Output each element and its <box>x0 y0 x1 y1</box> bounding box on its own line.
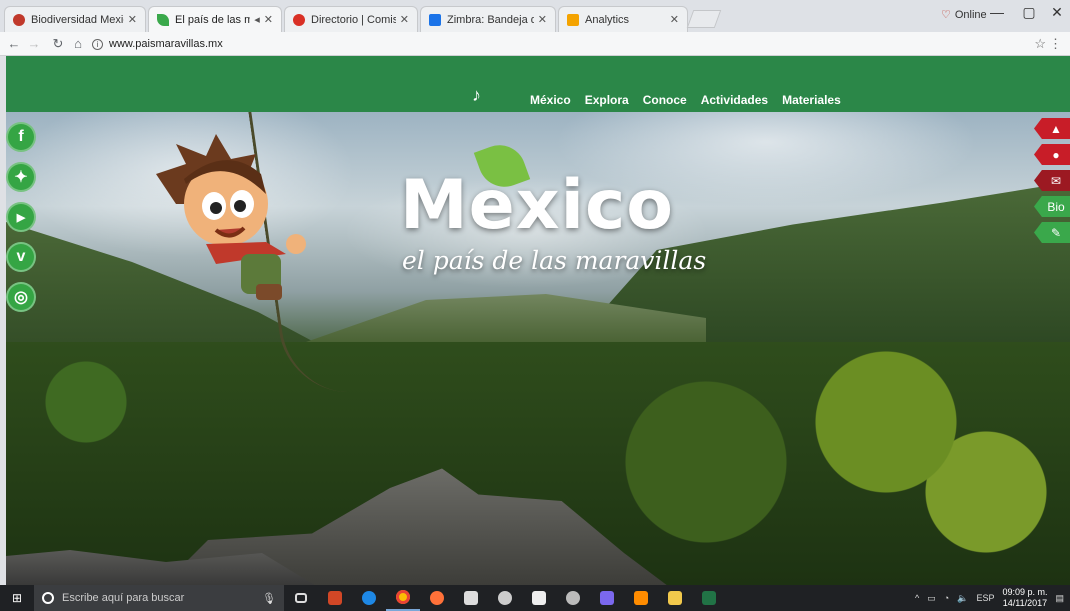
mascot-character[interactable] <box>146 134 326 304</box>
youtube-icon[interactable]: ▶ <box>6 202 36 232</box>
task-view-icon[interactable] <box>284 585 318 611</box>
network-icon[interactable]: ◔ <box>944 593 949 603</box>
profile-icon: ♡ <box>941 9 951 21</box>
clock[interactable]: 09:09 p. m. 14/11/2017 <box>1002 587 1047 609</box>
app-icon-3[interactable] <box>556 585 590 611</box>
url-field[interactable]: i www.paismaravillas.mx <box>92 38 223 50</box>
info-icon[interactable]: i <box>92 38 103 50</box>
excel-icon[interactable] <box>692 585 726 611</box>
mail-icon[interactable] <box>522 585 556 611</box>
close-icon[interactable]: ✕ <box>670 13 679 26</box>
tab-zimbra[interactable]: Zimbra: Bandeja de entr ✕ <box>420 6 556 32</box>
nav-explora[interactable]: Explora <box>585 93 629 107</box>
vimeo-icon[interactable]: v <box>6 242 36 272</box>
nav-conoce[interactable]: Conoce <box>643 93 687 107</box>
site-header: ♪ México Explora Conoce Actividades Mate… <box>6 56 1070 112</box>
battery-icon[interactable]: ▭ <box>927 593 936 604</box>
leaf-favicon <box>157 13 169 26</box>
pencil-icon[interactable]: ✎ <box>1034 222 1070 243</box>
red-circle-favicon <box>293 13 305 26</box>
maximize-icon[interactable]: ▢ <box>1014 4 1044 21</box>
audio-icon[interactable]: ◂ <box>254 13 260 26</box>
graduation-cap-icon[interactable]: ▲ <box>1034 118 1070 139</box>
edge-icon[interactable] <box>352 585 386 611</box>
nav-materiales[interactable]: Materiales <box>782 93 841 107</box>
tab-analytics[interactable]: Analytics ✕ <box>558 6 688 32</box>
chevron-up-icon[interactable]: ^ <box>915 593 919 603</box>
chrome-icon[interactable] <box>386 585 420 611</box>
app-icon-1[interactable] <box>318 585 352 611</box>
windows-start-icon[interactable]: ⊞ <box>0 585 34 611</box>
back-icon[interactable]: ← <box>6 36 22 51</box>
file-explorer-icon[interactable] <box>658 585 692 611</box>
biodiversidad-favicon <box>13 13 25 26</box>
hero-title: Mexico <box>400 166 674 245</box>
bio-button[interactable]: Bio <box>1034 196 1070 217</box>
close-icon[interactable]: ✕ <box>400 13 409 26</box>
side-actions: ▲ ● ✉ Bio ✎ <box>1034 118 1070 243</box>
home-icon[interactable]: ⌂ <box>70 36 86 51</box>
nav-mexico[interactable]: México <box>530 93 571 107</box>
new-tab-button[interactable] <box>686 10 722 28</box>
notifications-icon[interactable]: ▤ <box>1055 593 1064 604</box>
app-icon-5[interactable] <box>624 585 658 611</box>
twitter-icon[interactable]: ✦ <box>6 162 36 192</box>
main-nav: México Explora Conoce Actividades Materi… <box>530 93 841 107</box>
globe-icon[interactable]: ● <box>1034 144 1070 165</box>
facebook-icon[interactable]: f <box>6 122 36 152</box>
close-icon[interactable]: ✕ <box>128 13 137 26</box>
tab-pais-maravillas[interactable]: El país de las maravill ◂ ✕ <box>148 6 282 32</box>
forward-icon[interactable]: → <box>26 36 42 51</box>
menu-icon[interactable]: ⋮ <box>1049 36 1062 52</box>
system-tray: ^ ▭ ◔ 🔈 ESP 09:09 p. m. 14/11/2017 ▤ <box>915 585 1070 611</box>
analytics-favicon <box>567 13 579 26</box>
website-viewport: ♪ México Explora Conoce Actividades Mate… <box>6 56 1070 585</box>
taskbar-search[interactable]: Escribe aquí para buscar 🎙 <box>34 585 284 611</box>
nav-actividades[interactable]: Actividades <box>701 93 768 107</box>
language-indicator[interactable]: ESP <box>976 593 994 603</box>
tab-biodiversidad[interactable]: Biodiversidad Mexicana ✕ <box>4 6 146 32</box>
instagram-icon[interactable]: ◎ <box>6 282 36 312</box>
social-links: f ✦ ▶ v ◎ <box>6 122 36 312</box>
bookmark-star-icon[interactable]: ☆ <box>1034 36 1046 52</box>
firefox-icon[interactable] <box>420 585 454 611</box>
zimbra-favicon <box>429 13 441 26</box>
envelope-icon[interactable]: ✉ <box>1034 170 1070 191</box>
profile-button[interactable]: ♡ Online <box>941 8 987 22</box>
tab-directorio[interactable]: Directorio | Comisión N ✕ <box>284 6 418 32</box>
window-close-icon[interactable]: ✕ <box>1042 4 1070 21</box>
hero-subtitle: el país de las maravillas <box>402 246 707 275</box>
close-icon[interactable]: ✕ <box>264 13 273 26</box>
photos-icon[interactable] <box>454 585 488 611</box>
browser-tab-bar: Biodiversidad Mexicana ✕ El país de las … <box>0 0 1070 32</box>
windows-taskbar: ⊞ Escribe aquí para buscar 🎙 ^ ▭ ◔ 🔈 ESP… <box>0 585 1070 611</box>
microphone-icon[interactable]: 🎙 <box>262 592 276 605</box>
minimize-icon[interactable]: — <box>982 4 1012 20</box>
cortana-icon[interactable] <box>42 592 54 604</box>
app-icon-2[interactable] <box>488 585 522 611</box>
address-bar: ← → ↻ ⌂ i www.paismaravillas.mx ☆ ⋮ <box>0 32 1070 56</box>
music-note-icon[interactable]: ♪ <box>472 86 490 104</box>
app-icon-4[interactable] <box>590 585 624 611</box>
reload-icon[interactable]: ↻ <box>50 36 66 52</box>
volume-icon[interactable]: 🔈 <box>957 593 968 604</box>
close-icon[interactable]: ✕ <box>538 13 547 26</box>
